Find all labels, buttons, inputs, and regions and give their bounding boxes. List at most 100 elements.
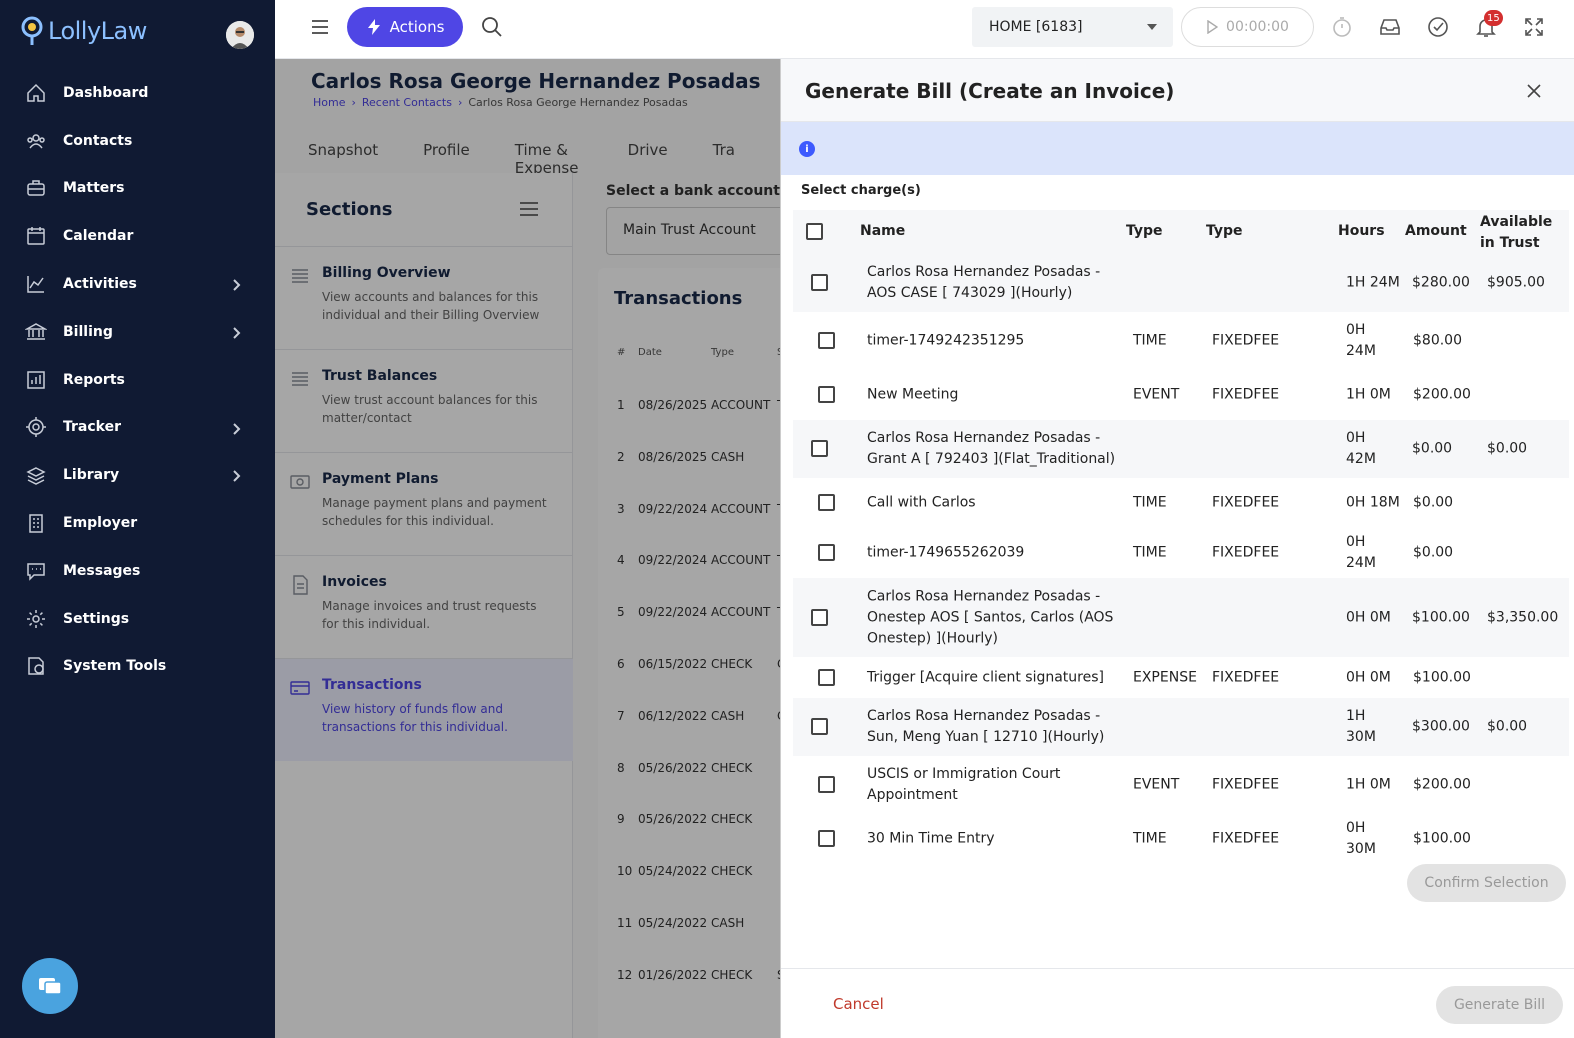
sidebar-item-tracker[interactable]: Tracker: [0, 404, 275, 452]
charge-name: USCIS or Immigration Court Appointment: [867, 766, 1061, 803]
main-nav: Dashboard Contacts Matters Calendar Activiti…: [0, 69, 275, 690]
row-checkbox[interactable]: [811, 274, 828, 291]
matter-row[interactable]: Carlos Rosa Hernandez Posadas - Sun, Men…: [793, 698, 1569, 756]
charge-row[interactable]: Trigger [Acquire client signatures] EXPEN…: [793, 657, 1569, 698]
gear-icon: [24, 607, 48, 631]
office-select[interactable]: HOME [6183]: [972, 7, 1173, 47]
row-checkbox[interactable]: [811, 608, 828, 626]
charge-amount: $100.00: [1412, 609, 1470, 625]
generate-bill-button[interactable]: Generate Bill: [1436, 986, 1563, 1024]
panel-footer: Cancel Generate Bill: [781, 968, 1574, 1038]
row-checkbox[interactable]: [818, 494, 835, 511]
sidebar-item-messages[interactable]: Messages: [0, 547, 275, 595]
charge-hours: 0H 24M: [1346, 322, 1376, 359]
top-bar: Actions HOME [6183] 00:00:00 15: [275, 0, 1574, 59]
close-icon[interactable]: [1526, 83, 1542, 99]
sidebar-item-label: Activities: [63, 276, 137, 293]
row-checkbox[interactable]: [818, 544, 835, 561]
charge-hours: 0H 18M: [1346, 494, 1400, 511]
avatar-image: [226, 21, 254, 49]
charge-row[interactable]: 30 Min Time Entry TIME FIXEDFEE 0H 30M $100.…: [793, 814, 1569, 864]
matter-row[interactable]: Carlos Rosa Hernandez Posadas - Grant A …: [793, 420, 1569, 478]
panel-header: Generate Bill (Create an Invoice): [781, 59, 1574, 122]
modal-backdrop[interactable]: [275, 59, 780, 1038]
sidebar-item-library[interactable]: Library: [0, 451, 275, 499]
logo-text: LollyLaw: [48, 17, 147, 45]
charge-row[interactable]: timer-1749242351295 TIME FIXEDFEE 0H 24M $80…: [793, 312, 1569, 370]
stopwatch-icon[interactable]: [1330, 15, 1354, 39]
charge-type: TIME: [1133, 544, 1167, 561]
chat-button[interactable]: [22, 958, 78, 1014]
row-checkbox[interactable]: [818, 386, 835, 403]
matter-row[interactable]: Carlos Rosa Hernandez Posadas - AOS CASE…: [793, 254, 1569, 312]
timer-button[interactable]: 00:00:00: [1181, 7, 1314, 47]
column-header-name: Name: [860, 223, 906, 239]
sidebar-item-dashboard[interactable]: Dashboard: [0, 69, 275, 117]
charge-hours: 0H 30M: [1346, 820, 1376, 857]
charge-hours: 0H 24M: [1346, 534, 1376, 571]
sidebar-item-calendar[interactable]: Calendar: [0, 212, 275, 260]
row-checkbox[interactable]: [818, 776, 835, 793]
sidebar-item-label: Library: [63, 467, 120, 484]
sidebar-item-reports[interactable]: Reports: [0, 356, 275, 404]
charge-hours: 1H 30M: [1346, 708, 1376, 745]
row-checkbox[interactable]: [811, 718, 828, 735]
library-icon: [24, 463, 48, 487]
sidebar-item-contacts[interactable]: Contacts: [0, 117, 275, 165]
menu-toggle-icon[interactable]: [310, 17, 330, 37]
sidebar-item-settings[interactable]: Settings: [0, 595, 275, 643]
actions-button[interactable]: Actions: [347, 7, 463, 47]
sidebar-item-activities[interactable]: Activities: [0, 260, 275, 308]
bar-chart-icon: [24, 368, 48, 392]
charge-amount: $200.00: [1413, 386, 1471, 403]
sidebar-item-matters[interactable]: Matters: [0, 165, 275, 213]
timer-value: 00:00:00: [1226, 19, 1289, 35]
sidebar-item-label: Contacts: [63, 132, 133, 149]
inbox-icon[interactable]: [1378, 15, 1402, 39]
task-check-icon[interactable]: [1426, 15, 1450, 39]
charge-row[interactable]: New Meeting EVENT FIXEDFEE 1H 0M $200.00: [793, 370, 1569, 420]
matter-row[interactable]: Carlos Rosa Hernandez Posadas - Onestep …: [793, 578, 1569, 657]
available-in-trust: $0.00: [1487, 440, 1528, 457]
panel-title: Generate Bill (Create an Invoice): [805, 79, 1175, 103]
charge-row[interactable]: timer-1749655262039 TIME FIXEDFEE 0H 24M $0.…: [793, 528, 1569, 578]
available-in-trust: $0.00: [1487, 718, 1528, 735]
cancel-button[interactable]: Cancel: [833, 995, 884, 1013]
row-checkbox[interactable]: [818, 332, 835, 349]
sidebar-item-employer[interactable]: Employer: [0, 499, 275, 547]
fullscreen-icon[interactable]: [1522, 15, 1546, 39]
charge-amount: $100.00: [1413, 669, 1471, 685]
confirm-selection-button[interactable]: Confirm Selection: [1407, 864, 1566, 902]
chevron-right-icon: [229, 277, 243, 291]
charge-type: EXPENSE: [1133, 669, 1197, 685]
billing-type: FIXEDFEE: [1212, 544, 1280, 561]
charge-amount: $80.00: [1413, 332, 1462, 349]
available-in-trust: $905.00: [1487, 274, 1545, 291]
charge-hours: 0H 0M: [1346, 669, 1391, 685]
charge-row[interactable]: Call with Carlos TIME FIXEDFEE 0H 18M $0.00: [793, 478, 1569, 528]
search-icon[interactable]: [481, 16, 503, 38]
billing-type: FIXEDFEE: [1212, 386, 1280, 403]
charge-hours: 1H 0M: [1346, 386, 1391, 403]
sidebar-item-system-tools[interactable]: System Tools: [0, 643, 275, 691]
charge-type: TIME: [1133, 494, 1167, 511]
row-checkbox[interactable]: [811, 440, 828, 457]
office-select-value: HOME [6183]: [989, 19, 1083, 35]
charge-name: timer-1749655262039: [867, 544, 1025, 561]
briefcase-icon: [24, 176, 48, 200]
sidebar-item-label: System Tools: [63, 658, 167, 675]
row-checkbox[interactable]: [818, 668, 835, 686]
billing-type: FIXEDFEE: [1212, 830, 1280, 847]
sidebar-item-billing[interactable]: Billing: [0, 308, 275, 356]
system-tools-icon: [24, 654, 48, 678]
logo[interactable]: LollyLaw: [20, 16, 147, 46]
user-avatar[interactable]: [226, 21, 254, 49]
row-checkbox[interactable]: [818, 830, 835, 847]
charge-row[interactable]: USCIS or Immigration Court Appointment EV…: [793, 756, 1569, 814]
sidebar-item-label: Messages: [63, 562, 141, 579]
select-all-checkbox[interactable]: [806, 223, 823, 240]
charge-type: EVENT: [1133, 386, 1180, 403]
billing-type: FIXEDFEE: [1212, 332, 1280, 349]
sidebar-item-label: Billing: [63, 323, 113, 340]
charge-hours: 1H 0M: [1346, 776, 1391, 793]
